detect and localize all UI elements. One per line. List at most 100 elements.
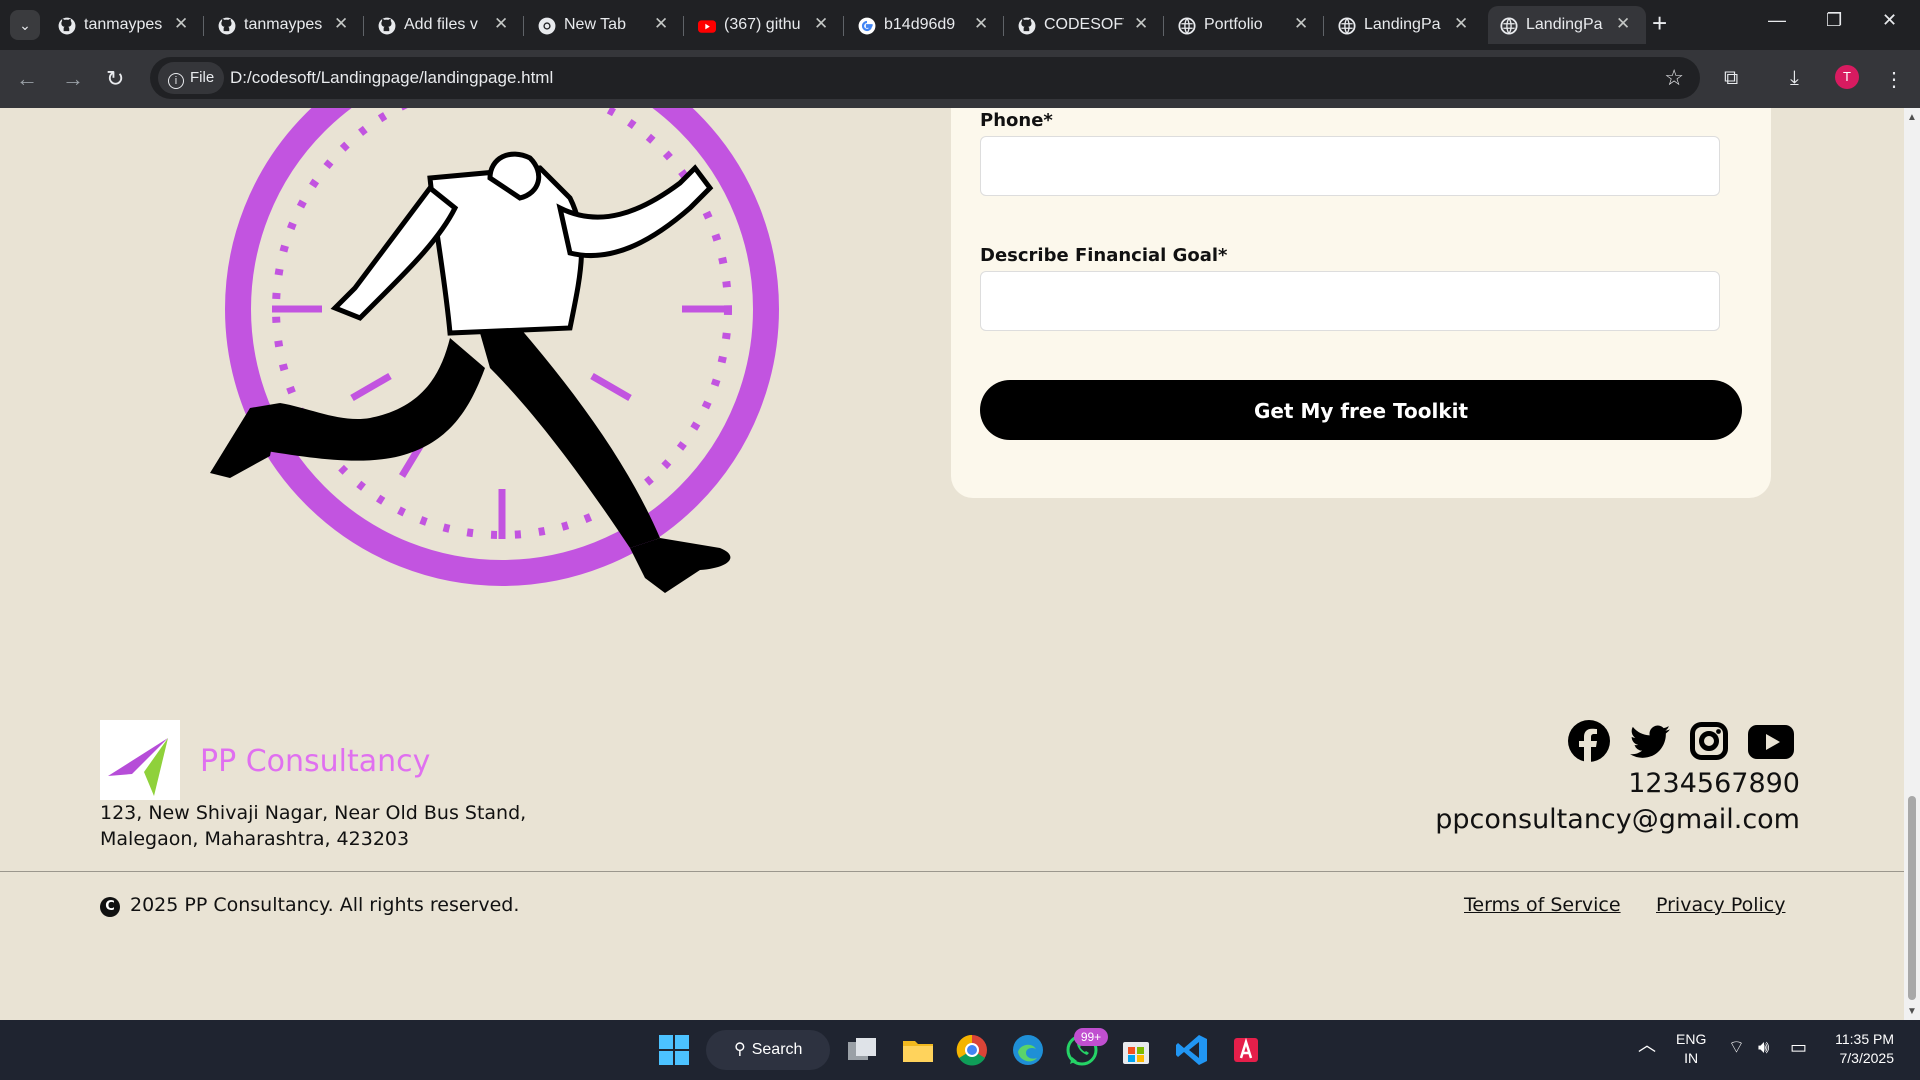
close-icon[interactable]: ✕	[1294, 14, 1308, 34]
globe-icon	[1500, 17, 1518, 35]
clock[interactable]: 11:35 PM 7/3/2025	[1824, 1030, 1894, 1068]
running-man-clock-illustration	[210, 108, 779, 593]
chrome-icon	[538, 17, 556, 35]
copyright-text: C 2025 PP Consultancy. All rights reserve…	[100, 894, 519, 917]
tab-search-button[interactable]: ⌄	[10, 10, 40, 40]
get-toolkit-button[interactable]: Get My free Toolkit	[980, 380, 1742, 440]
taskbar-search[interactable]: ⚲ Search	[706, 1030, 830, 1070]
paper-plane-logo-icon	[108, 738, 168, 796]
microsoft-store-icon[interactable]	[1118, 1032, 1154, 1068]
copyright-icon: C	[100, 897, 120, 917]
github-icon	[378, 17, 396, 35]
minimize-icon[interactable]: —	[1768, 10, 1786, 31]
scroll-down-icon[interactable]: ▼	[1907, 1006, 1917, 1017]
close-icon[interactable]: ✕	[654, 14, 668, 34]
globe-icon	[1338, 17, 1356, 35]
tab-4[interactable]: New Tab ✕	[526, 6, 684, 44]
language-indicator[interactable]: ENG IN	[1676, 1030, 1706, 1068]
address-bar[interactable]: i File D:/codesoft/Landingpage/landingpag…	[150, 57, 1700, 99]
tab-title: b14d96d9	[884, 16, 956, 33]
close-icon[interactable]: ✕	[334, 14, 348, 34]
whatsapp-badge: 99+	[1074, 1028, 1108, 1046]
close-icon[interactable]: ✕	[174, 14, 188, 34]
tab-6[interactable]: b14d96d9 ✕	[846, 6, 1004, 44]
search-label: Search	[751, 1041, 803, 1058]
new-tab-button[interactable]: +	[1652, 8, 1667, 39]
address-line-1: 123, New Shivaji Nagar, Near Old Bus Sta…	[100, 802, 527, 824]
financial-goal-label: Describe Financial Goal*	[980, 245, 1228, 266]
chip-label: File	[190, 69, 215, 86]
show-hidden-icons-chevron-icon[interactable]: ︿	[1638, 1036, 1656, 1055]
menu-kebab-icon[interactable]: ⋮	[1884, 67, 1904, 92]
extensions-icon[interactable]: ⧉	[1724, 67, 1738, 90]
reload-icon[interactable]: ↻	[106, 66, 124, 92]
contact-email[interactable]: ppconsultancy@gmail.com	[1435, 804, 1800, 835]
profile-avatar[interactable]: T	[1835, 65, 1859, 89]
close-icon[interactable]: ✕	[814, 14, 828, 34]
restore-icon[interactable]: ❐	[1826, 10, 1842, 31]
footer-divider	[0, 871, 1904, 872]
close-icon[interactable]: ✕	[494, 14, 508, 34]
close-icon[interactable]: ✕	[1134, 14, 1148, 34]
instagram-icon[interactable]	[1690, 722, 1728, 760]
tab-title: Portfolio	[1204, 16, 1263, 33]
edge-icon[interactable]	[1010, 1032, 1046, 1068]
github-icon	[218, 17, 236, 35]
tab-7[interactable]: CODESOFT ✕	[1006, 6, 1164, 44]
tab-title: LandingPa	[1526, 16, 1603, 33]
scrollbar-thumb[interactable]	[1908, 796, 1916, 1000]
tab-10-active[interactable]: LandingPa ✕	[1488, 6, 1646, 44]
privacy-policy-link[interactable]: Privacy Policy	[1656, 894, 1785, 916]
vscode-icon[interactable]	[1174, 1032, 1210, 1068]
scroll-up-icon[interactable]: ▲	[1907, 112, 1917, 123]
file-explorer-icon[interactable]	[900, 1032, 936, 1068]
chrome-icon[interactable]	[954, 1032, 990, 1068]
contact-phone[interactable]: 1234567890	[1628, 768, 1800, 799]
autocad-icon[interactable]	[1228, 1032, 1264, 1068]
tab-3[interactable]: Add files v ✕	[366, 6, 524, 44]
tab-1[interactable]: tanmaypes ✕	[46, 6, 204, 44]
info-icon: i	[168, 73, 184, 89]
close-icon[interactable]: ✕	[1454, 14, 1468, 34]
volume-icon[interactable]: 🔊︎	[1758, 1038, 1769, 1057]
page-scrollbar[interactable]: ▲ ▼	[1904, 108, 1920, 1020]
tab-2[interactable]: tanmaypes ✕	[206, 6, 364, 44]
search-icon: ⚲	[734, 1041, 746, 1058]
phone-label: Phone*	[980, 110, 1053, 131]
tab-8[interactable]: Portfolio ✕	[1166, 6, 1324, 44]
globe-icon	[1178, 17, 1196, 35]
financial-goal-input[interactable]	[980, 271, 1720, 331]
tab-title: CODESOFT	[1044, 16, 1124, 33]
terms-of-service-link[interactable]: Terms of Service	[1464, 894, 1621, 916]
time-text: 11:35 PM	[1835, 1031, 1894, 1047]
forward-icon[interactable]: →	[62, 66, 84, 92]
facebook-icon[interactable]	[1568, 720, 1610, 762]
tab-title: tanmaypes	[244, 16, 323, 33]
brand-name: PP Consultancy	[200, 744, 431, 779]
browser-toolbar: ← → ↻ i File D:/codesoft/Landingpage/land…	[0, 50, 1920, 108]
wifi-icon[interactable]: ⌔	[1728, 1038, 1745, 1057]
task-view-icon[interactable]	[844, 1032, 880, 1068]
youtube-icon	[698, 20, 716, 33]
battery-icon[interactable]: ▭	[1790, 1038, 1807, 1057]
site-info-chip[interactable]: i File	[158, 62, 224, 94]
twitter-icon[interactable]	[1630, 724, 1670, 760]
close-icon[interactable]: ✕	[974, 14, 988, 34]
language-code: ENG	[1676, 1031, 1707, 1047]
social-links	[1568, 720, 1804, 766]
download-icon[interactable]: ⤓	[1790, 67, 1799, 90]
tab-5[interactable]: (367) githu ✕	[686, 6, 844, 44]
phone-input[interactable]	[980, 136, 1720, 196]
tab-9[interactable]: LandingPa ✕	[1326, 6, 1484, 44]
url-text[interactable]: D:/codesoft/Landingpage/landingpage.html	[230, 68, 553, 88]
region-code: IN	[1684, 1050, 1699, 1066]
back-icon[interactable]: ←	[16, 66, 38, 92]
bookmark-star-icon[interactable]: ☆	[1664, 65, 1684, 91]
close-window-icon[interactable]: ✕	[1882, 10, 1897, 31]
tab-strip: ⌄ tanmaypes ✕ tanmaypes ✕ Add files v ✕ …	[0, 0, 1920, 50]
tab-title: LandingPa	[1364, 16, 1441, 33]
youtube-icon[interactable]	[1748, 725, 1794, 759]
windows-start-icon[interactable]	[656, 1032, 692, 1068]
close-icon[interactable]: ✕	[1616, 14, 1630, 34]
page-content: Phone* Describe Financial Goal* Get My f…	[0, 108, 1904, 1020]
